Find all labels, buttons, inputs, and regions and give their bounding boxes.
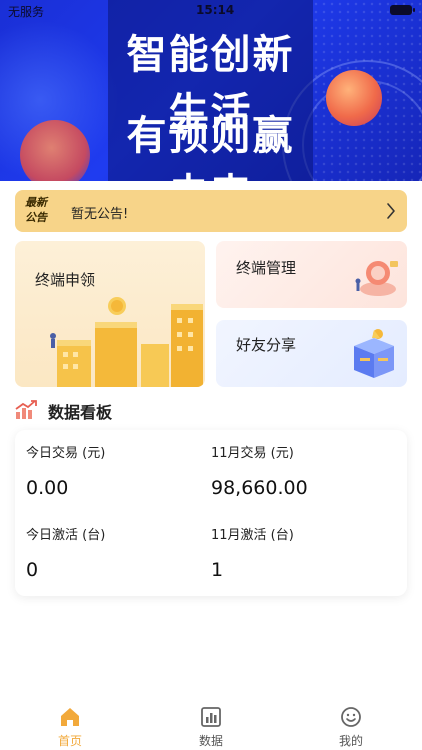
stat-month-trade-value: 98,660.00 (211, 477, 308, 499)
banner-slogan-line2: 有预则赢未来 (126, 113, 295, 181)
terminal-manage-card[interactable]: 终端管理 (216, 241, 407, 308)
battery-icon (390, 5, 415, 15)
stat-month-trade: 11月交易 (元) 98,660.00 (211, 442, 308, 499)
tab-data-label: 数据 (198, 734, 223, 748)
banner[interactable]: 智能创新生活 有预则赢未来 (0, 0, 422, 181)
stat-today-trade-label: 今日交易 (元) (26, 446, 106, 461)
announcement-bar[interactable]: 最新公告 暂无公告! (15, 190, 407, 232)
smiley-icon (341, 707, 361, 727)
home-icon (61, 708, 79, 726)
terminal-manage-illustration (355, 261, 398, 296)
bottom-tab-bar: 首页 数据 我的 (0, 700, 422, 750)
tab-data[interactable]: 数据 (171, 706, 251, 749)
stat-today-activate-value: 0 (26, 559, 39, 581)
tab-mine[interactable]: 我的 (311, 706, 391, 749)
terminal-apply-card[interactable]: 终端申领 (15, 241, 205, 387)
share-box-illustration (354, 329, 394, 378)
stat-today-trade-value: 0.00 (26, 477, 69, 499)
city-buildings-illustration (50, 297, 203, 387)
announcement-text: 暂无公告! (71, 207, 129, 222)
stat-month-activate: 11月激活 (台) 1 (211, 524, 294, 581)
stat-month-trade-label: 11月交易 (元) (211, 446, 294, 461)
carrier-label: 无服务 (8, 5, 45, 19)
chart-trend-icon (15, 400, 37, 419)
status-time: 15:14 (196, 3, 235, 17)
status-bar: 无服务 15:14 (0, 0, 422, 20)
bar-chart-icon (201, 707, 221, 727)
tab-home[interactable]: 首页 (30, 706, 110, 749)
banner-orb-left (20, 120, 90, 181)
stat-today-activate: 今日激活 (台) 0 (26, 524, 105, 581)
announcement-tag: 最新公告 (25, 196, 47, 224)
terminal-apply-label: 终端申领 (35, 271, 96, 289)
terminal-manage-label: 终端管理 (236, 259, 297, 277)
friend-share-card[interactable]: 好友分享 (216, 320, 407, 387)
chevron-right-icon (387, 203, 395, 219)
stat-month-activate-value: 1 (211, 559, 224, 581)
friend-share-label: 好友分享 (236, 336, 297, 354)
banner-orb-right (326, 70, 382, 126)
stat-month-activate-label: 11月激活 (台) (211, 528, 294, 543)
tab-mine-label: 我的 (338, 734, 363, 748)
dashboard-panel: 今日交易 (元) 0.00 11月交易 (元) 98,660.00 今日激活 (… (15, 430, 407, 596)
dashboard-title: 数据看板 (48, 403, 113, 422)
stat-today-activate-label: 今日激活 (台) (26, 528, 106, 543)
tab-home-label: 首页 (57, 734, 82, 748)
stat-today-trade: 今日交易 (元) 0.00 (26, 442, 105, 499)
